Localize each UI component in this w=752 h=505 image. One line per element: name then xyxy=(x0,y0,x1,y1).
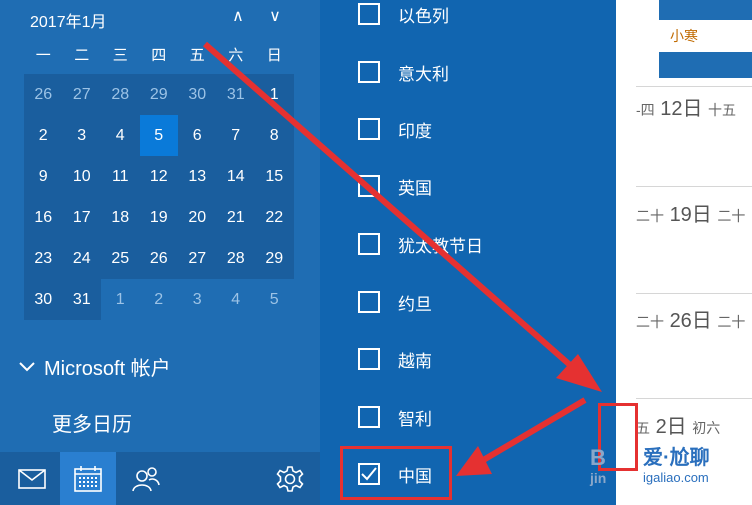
watermark-url: igaliao.com xyxy=(643,470,709,485)
watermark-logo-text: jin xyxy=(590,470,607,486)
watermark-logo: B xyxy=(590,445,606,470)
annotation-arrows xyxy=(203,41,602,476)
annotation-arrow-line xyxy=(478,397,587,465)
watermark-brand: 爱·尬聊 xyxy=(643,447,710,469)
annotation-arrow-line xyxy=(203,41,580,375)
